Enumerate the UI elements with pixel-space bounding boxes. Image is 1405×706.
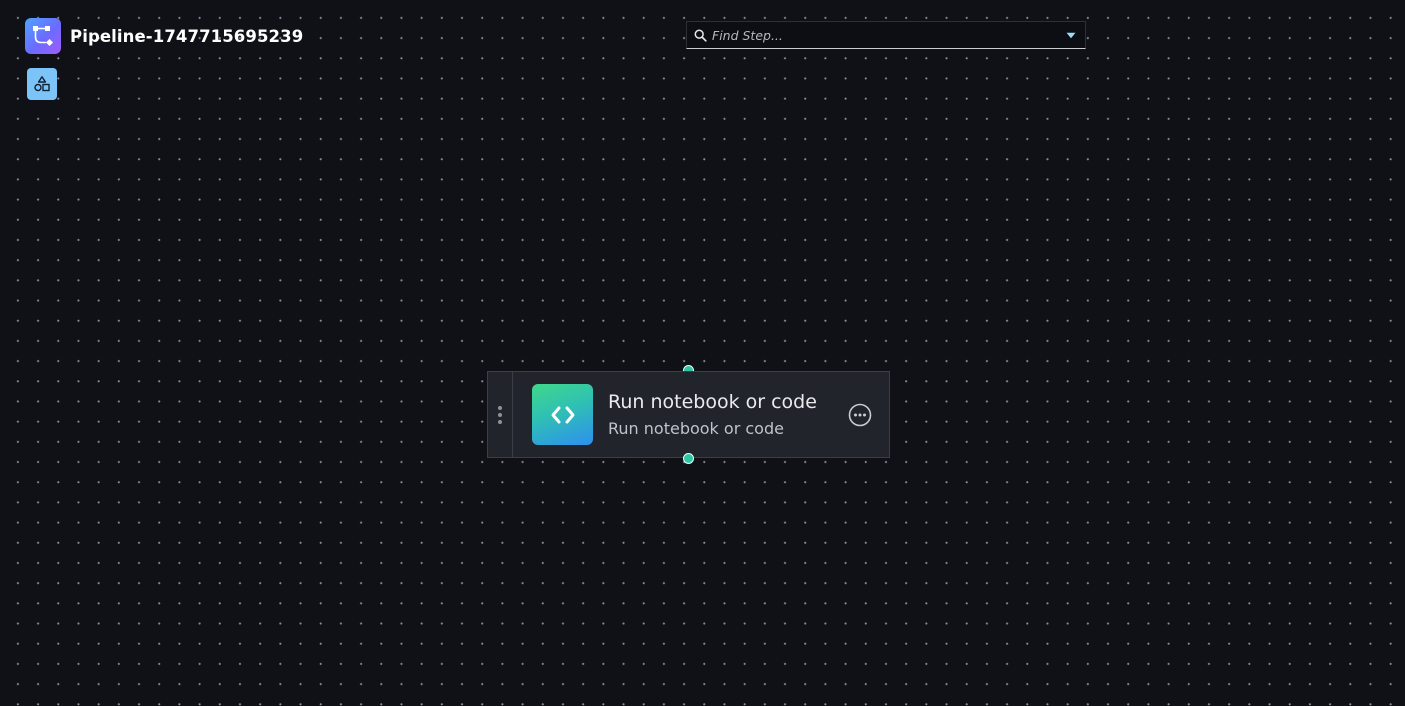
node-subtitle: Run notebook or code bbox=[608, 418, 784, 438]
caret-down-icon[interactable] bbox=[1061, 25, 1081, 45]
find-step-search[interactable] bbox=[686, 21, 1086, 49]
shapes-button[interactable] bbox=[27, 68, 57, 100]
pipeline-canvas[interactable] bbox=[0, 0, 1405, 706]
pipeline-header: Pipeline-1747715695239 bbox=[25, 18, 303, 54]
node-output-port[interactable] bbox=[683, 453, 694, 464]
node-title: Run notebook or code bbox=[608, 390, 817, 413]
pipeline-title: Pipeline-1747715695239 bbox=[70, 26, 304, 46]
pipeline-step-node[interactable]: Run notebook or code Run notebook or cod… bbox=[487, 371, 890, 458]
pipeline-flow-icon bbox=[25, 18, 61, 54]
code-brackets-icon bbox=[532, 384, 593, 445]
search-icon bbox=[693, 28, 707, 42]
drag-handle-icon[interactable] bbox=[488, 372, 513, 457]
more-options-icon[interactable] bbox=[848, 403, 872, 427]
shapes-icon bbox=[34, 76, 50, 92]
find-step-input[interactable] bbox=[712, 27, 1061, 43]
